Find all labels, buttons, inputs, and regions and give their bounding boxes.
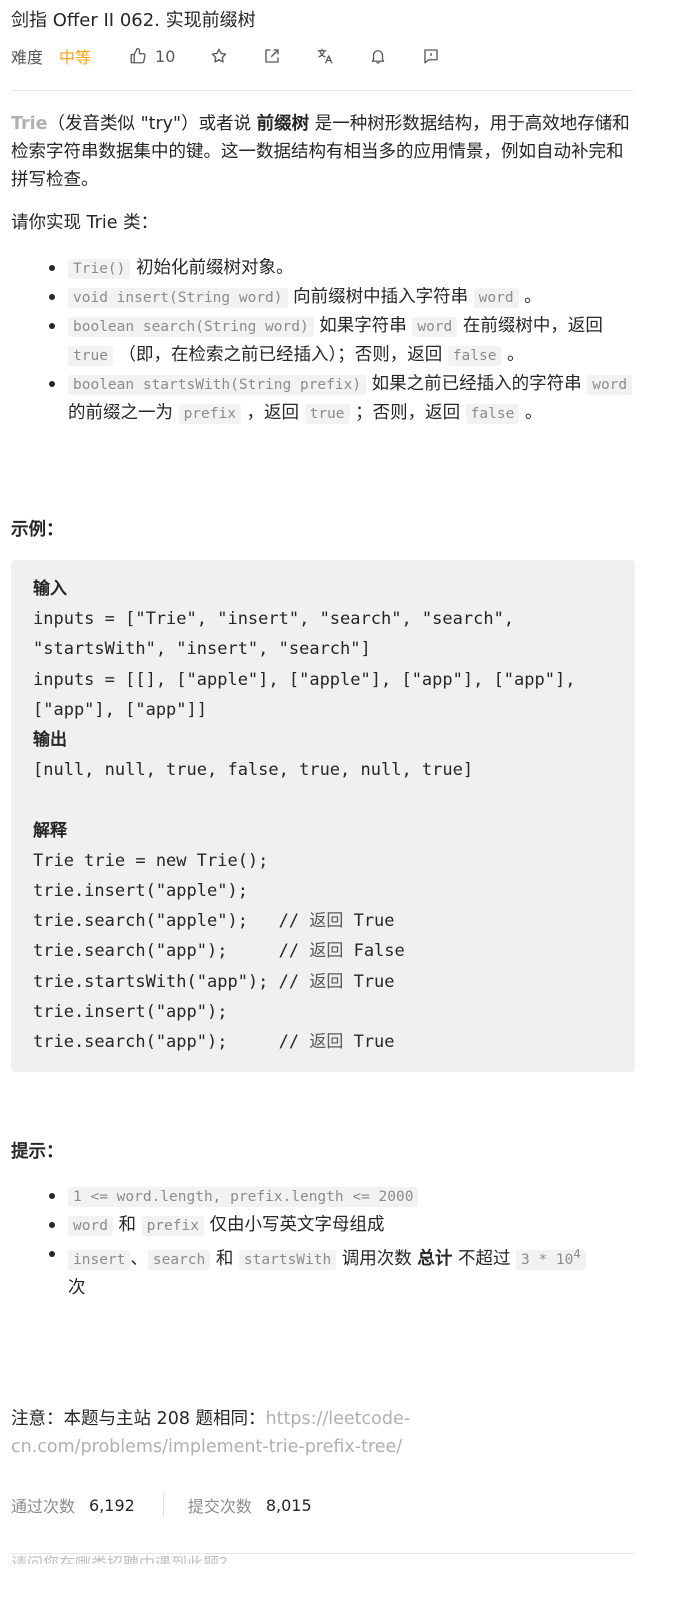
- method-list: Trie() 初始化前缀树对象。 void insert(String word…: [11, 254, 636, 428]
- problem-meta-row: 难度 中等 10: [11, 44, 475, 68]
- list-item: word 和 prefix 仅由小写英文字母组成: [11, 1211, 636, 1240]
- output-label: 输出: [33, 730, 67, 751]
- problem-title: 剑指 Offer II 062. 实现前缀树: [11, 10, 256, 31]
- favorite-button[interactable]: [210, 44, 228, 68]
- implement-instruction: 请你实现 Trie 类：: [11, 213, 159, 233]
- example-code-block: 输入 inputs = ["Trie", "insert", "search",…: [11, 560, 635, 1072]
- feedback-button[interactable]: [422, 44, 440, 68]
- feedback-icon: [424, 49, 439, 64]
- list-item: boolean search(String word) 如果字符串 word 在…: [11, 312, 636, 370]
- problem-description: Trie（发音类似 "try"）或者说 前缀树 是一种树形数据结构，用于高效地存…: [11, 110, 636, 194]
- notification-button[interactable]: [369, 44, 387, 68]
- like-button[interactable]: 10: [129, 44, 175, 68]
- difficulty-label: 难度: [11, 48, 44, 67]
- stats-divider: [162, 1493, 164, 1517]
- example-heading: 示例：: [11, 520, 64, 540]
- note-label: 注意：本题与主站 208 题相同：: [11, 1409, 266, 1429]
- hints-heading: 提示：: [11, 1142, 64, 1162]
- accepted-count: 6,192: [89, 1495, 135, 1515]
- translate-button[interactable]: [316, 44, 334, 68]
- input-label: 输入: [33, 579, 67, 599]
- intro-paragraph: Trie（发音类似 "try"）或者说 前缀树 是一种树形数据结构，用于高效地存…: [11, 114, 630, 190]
- like-count: 10: [155, 46, 176, 66]
- list-item: Trie() 初始化前缀树对象。: [11, 254, 636, 283]
- list-item: insert、 search 和 startsWith 调用次数 总计 不超过 3…: [11, 1240, 636, 1302]
- interview-question-prompt[interactable]: 请问您在哪类招聘中遇到此题？: [11, 1550, 235, 1564]
- star-icon: [212, 48, 227, 63]
- header-divider: [11, 90, 634, 91]
- explain-label: 解释: [33, 820, 67, 841]
- translate-icon: [317, 48, 333, 64]
- thumbs-up-icon: [130, 47, 146, 64]
- note-paragraph: 注意：本题与主站 208 题相同：https://leetcode-cn.com…: [11, 1405, 636, 1461]
- submitted-count: 8,015: [265, 1495, 312, 1515]
- problem-page: 剑指 Offer II 062. 实现前缀树 难度 中等 10 Trie（发音类…: [0, 0, 679, 1619]
- share-icon: [265, 49, 280, 63]
- submission-stats: 通过次数 6,192 提交次数 8,015: [11, 1493, 312, 1517]
- accepted-label: 通过次数: [11, 1497, 76, 1516]
- submitted-label: 提交次数: [187, 1497, 252, 1516]
- bell-icon: [372, 50, 385, 64]
- list-item: 1 <= word.length, prefix.length <= 2000: [11, 1182, 636, 1211]
- share-button[interactable]: [263, 44, 281, 68]
- hints-list: 1 <= word.length, prefix.length <= 2000 …: [11, 1182, 636, 1302]
- difficulty-badge: 中等: [59, 48, 92, 67]
- list-item: boolean startsWith(String prefix) 如果之前已经…: [11, 370, 636, 428]
- list-item: void insert(String word) 向前缀树中插入字符串 word…: [11, 283, 636, 312]
- trie-term: Trie: [11, 114, 48, 134]
- prefix-tree-term: 前缀树: [256, 114, 310, 134]
